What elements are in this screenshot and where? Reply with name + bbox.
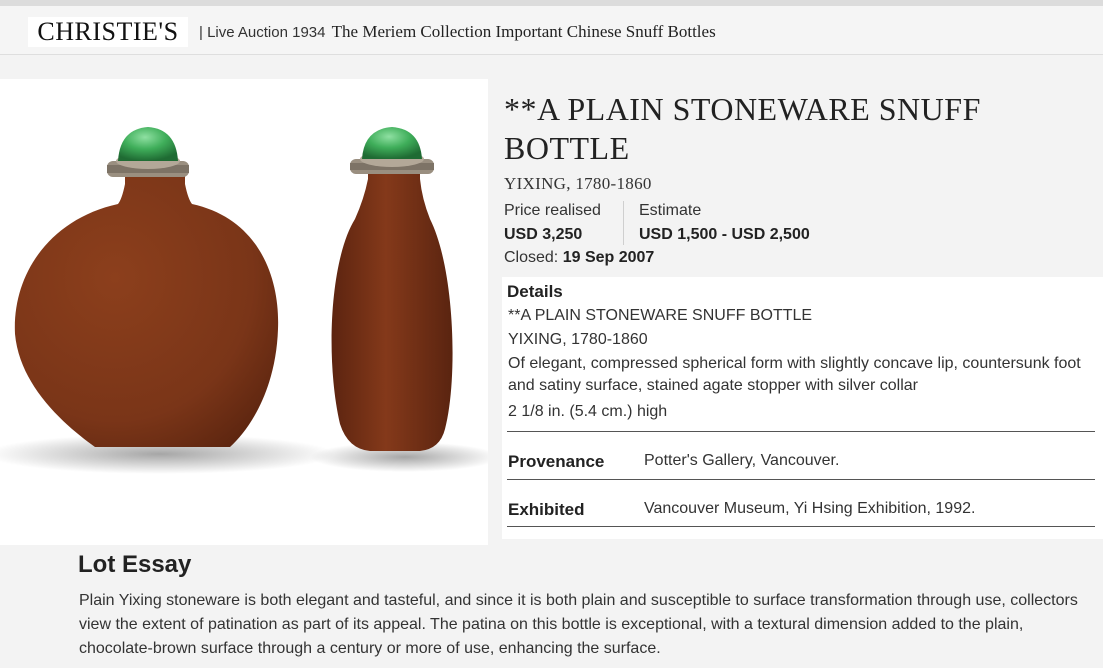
breadcrumb-auction[interactable]: | Live Auction 1934 — [199, 24, 326, 41]
site-header: CHRISTIE'S | Live Auction 1934 The Merie… — [0, 6, 1103, 55]
details-title: **A PLAIN STONEWARE SNUFF BOTTLE — [508, 307, 813, 324]
lot-subtitle: YIXING, 1780-1860 — [504, 174, 652, 193]
price-realised: Price realised USD 3,250 — [504, 201, 601, 246]
details-panel: Details **A PLAIN STONEWARE SNUFF BOTTLE… — [502, 277, 1103, 539]
breadcrumb-sale-title[interactable]: The Meriem Collection Important Chinese … — [332, 22, 716, 41]
estimate: Estimate USD 1,500 - USD 2,500 — [623, 201, 810, 245]
breadcrumb: | Live Auction 1934 The Meriem Collectio… — [199, 22, 716, 42]
lot-essay-heading: Lot Essay — [78, 551, 192, 578]
provenance-value: Potter's Gallery, Vancouver. — [644, 452, 840, 469]
details-description: Of elegant, compressed spherical form wi… — [508, 355, 1081, 394]
details-dimensions: 2 1/8 in. (5.4 cm.) high — [508, 403, 668, 420]
details-origin: YIXING, 1780-1860 — [508, 331, 648, 348]
price-realised-label: Price realised — [504, 202, 601, 219]
lot-image[interactable] — [0, 79, 488, 545]
estimate-label: Estimate — [639, 202, 702, 219]
closed-date: Closed: 19 Sep 2007 — [504, 249, 654, 267]
divider — [507, 526, 1095, 527]
estimate-value: USD 1,500 - USD 2,500 — [639, 226, 810, 243]
snuff-bottle-image — [0, 127, 488, 474]
exhibited-label: Exhibited — [508, 500, 585, 519]
divider — [507, 431, 1095, 432]
price-realised-value: USD 3,250 — [504, 226, 583, 243]
exhibited-value: Vancouver Museum, Yi Hsing Exhibition, 1… — [644, 500, 976, 517]
lot-essay-text: Plain Yixing stoneware is both elegant a… — [79, 592, 1078, 657]
christies-logo[interactable]: CHRISTIE'S — [28, 17, 188, 47]
provenance-label: Provenance — [508, 452, 605, 471]
divider — [507, 479, 1095, 480]
details-heading: Details — [507, 282, 563, 301]
closed-value: 19 Sep 2007 — [562, 249, 655, 266]
lot-title: **A PLAIN STONEWARE SNUFF BOTTLE — [504, 91, 981, 166]
closed-label: Closed: — [504, 249, 559, 266]
